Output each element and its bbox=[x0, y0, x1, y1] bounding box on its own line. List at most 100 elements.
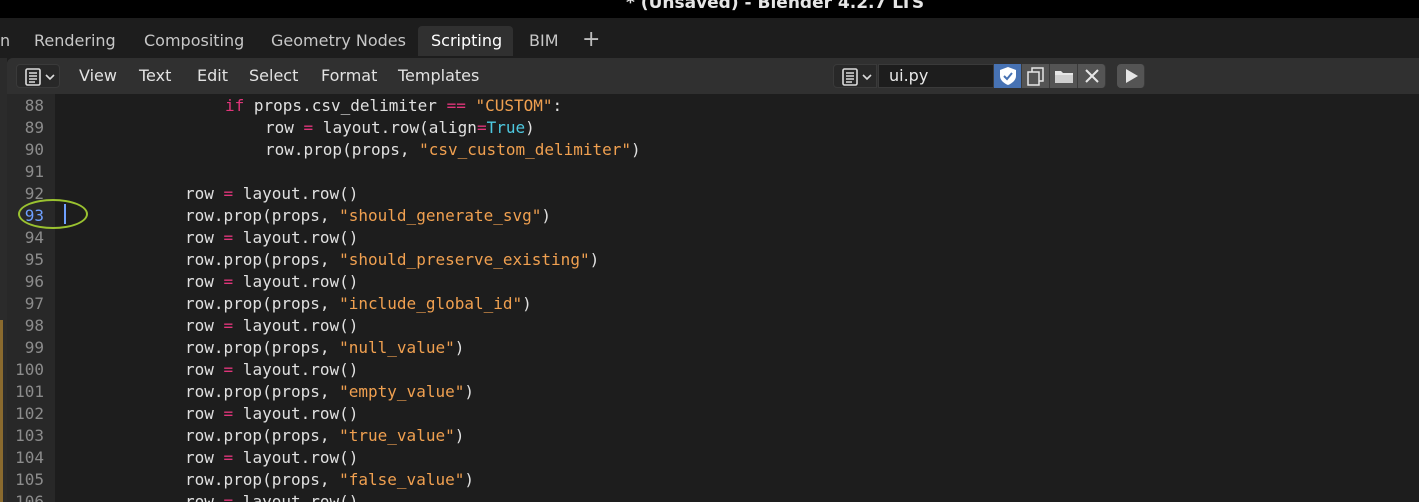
new-text-button[interactable] bbox=[1022, 64, 1050, 88]
line-number: 95 bbox=[24, 250, 44, 269]
text-editor: View Text Edit Select Format Templates u… bbox=[7, 58, 1419, 502]
code-line: row.prop(props, "csv_custom_delimiter") bbox=[265, 139, 641, 161]
code-line: row.prop(props, "null_value") bbox=[185, 337, 464, 359]
code-token-keyword: = bbox=[223, 360, 234, 379]
line-number: 99 bbox=[24, 338, 44, 357]
code-token: row bbox=[185, 448, 224, 467]
code-token: ) bbox=[522, 294, 532, 313]
code-token: row.prop(props, bbox=[185, 338, 340, 357]
code-token-keyword: = bbox=[476, 118, 487, 137]
title-bar: * (Unsaved) - Blender 4.2.7 LTS bbox=[0, 0, 1419, 18]
menu-templates[interactable]: Templates bbox=[398, 67, 479, 85]
code-token-string: "false_value" bbox=[339, 470, 465, 489]
code-token: ) bbox=[464, 382, 474, 401]
code-token-keyword: if bbox=[225, 96, 245, 115]
code-line: row.prop(props, "should_generate_svg") bbox=[185, 205, 551, 227]
code-token: row.prop(props, bbox=[265, 140, 420, 159]
code-token-string: "csv_custom_delimiter" bbox=[419, 140, 632, 159]
line-number: 106 bbox=[15, 492, 44, 502]
unlink-text-button[interactable] bbox=[1078, 64, 1106, 88]
menu-format[interactable]: Format bbox=[321, 67, 377, 85]
code-token: row bbox=[185, 228, 224, 247]
code-line: row = layout.row() bbox=[185, 183, 358, 205]
code-token-string: "null_value" bbox=[339, 338, 455, 357]
text-browse-button[interactable] bbox=[833, 64, 877, 88]
code-token: props.csv_delimiter bbox=[244, 96, 447, 115]
adjacent-editor-accent bbox=[0, 320, 3, 502]
code-token: : bbox=[552, 96, 563, 115]
code-line: row.prop(props, "include_global_id") bbox=[185, 293, 532, 315]
code-token: ) bbox=[631, 140, 641, 159]
code-token: ) bbox=[454, 338, 465, 357]
run-script-button[interactable] bbox=[1117, 64, 1145, 88]
line-number: 98 bbox=[24, 316, 44, 335]
code-token: layout.row(align bbox=[313, 118, 477, 137]
line-number: 103 bbox=[15, 426, 44, 445]
code-line: row = layout.row() bbox=[185, 271, 358, 293]
tab-rendering[interactable]: Rendering bbox=[21, 26, 129, 56]
code-line: row = layout.row() bbox=[185, 403, 358, 425]
code-token: ) bbox=[454, 426, 465, 445]
code-area[interactable]: if props.csv_delimiter == "CUSTOM": row =… bbox=[55, 94, 1419, 502]
tab-layout[interactable]: n bbox=[0, 26, 23, 56]
code-token: layout.row() bbox=[233, 272, 359, 291]
line-number: 90 bbox=[24, 140, 44, 159]
code-line: row.prop(props, "empty_value") bbox=[185, 381, 474, 403]
code-token: ) bbox=[541, 206, 552, 225]
code-token-keyword: = bbox=[303, 118, 314, 137]
code-token-keyword: = bbox=[223, 272, 234, 291]
code-token-keyword: = bbox=[223, 492, 234, 502]
line-number: 101 bbox=[15, 382, 44, 401]
tab-geometry-nodes[interactable]: Geometry Nodes bbox=[258, 26, 419, 56]
code-token: row bbox=[185, 404, 224, 423]
fake-user-button[interactable] bbox=[994, 64, 1022, 88]
open-text-button[interactable] bbox=[1050, 64, 1078, 88]
code-token-keyword: == bbox=[446, 96, 466, 115]
line-number: 89 bbox=[24, 118, 44, 137]
line-number-gutter: 88 89 90 91 92 93 94 95 96 97 98 99 100 101 102 103 104 1… bbox=[7, 94, 55, 502]
window-title: * (Unsaved) - Blender 4.2.7 LTS bbox=[626, 0, 925, 13]
code-token: row bbox=[185, 184, 224, 203]
tab-compositing[interactable]: Compositing bbox=[131, 26, 257, 56]
editor-type-button[interactable] bbox=[16, 64, 60, 88]
code-line: row = layout.row(align=True) bbox=[265, 117, 535, 139]
code-line: row = layout.row() bbox=[185, 359, 358, 381]
code-token-string: "should_generate_svg" bbox=[339, 206, 542, 225]
menu-view[interactable]: View bbox=[79, 67, 117, 85]
line-number: 104 bbox=[15, 448, 44, 467]
menu-edit[interactable]: Edit bbox=[197, 67, 228, 85]
highlight-circle bbox=[18, 199, 88, 229]
line-number: 91 bbox=[24, 162, 44, 181]
code-line: row.prop(props, "false_value") bbox=[185, 469, 474, 491]
line-number: 100 bbox=[15, 360, 44, 379]
line-number: 94 bbox=[24, 228, 44, 247]
code-token-keyword: = bbox=[223, 228, 234, 247]
code-token-string: "include_global_id" bbox=[339, 294, 523, 313]
code-token: layout.row() bbox=[233, 360, 359, 379]
code-token: row.prop(props, bbox=[185, 470, 340, 489]
tab-bim[interactable]: BIM bbox=[516, 26, 572, 56]
line-number: 96 bbox=[24, 272, 44, 291]
code-token-string: "CUSTOM" bbox=[475, 96, 553, 115]
code-token: row.prop(props, bbox=[185, 294, 340, 313]
code-token-keyword: = bbox=[223, 184, 234, 203]
menu-select[interactable]: Select bbox=[249, 67, 298, 85]
code-token: layout.row() bbox=[233, 492, 359, 502]
adjacent-editor-edge bbox=[0, 58, 7, 502]
code-token: ) bbox=[525, 118, 535, 137]
line-number: 102 bbox=[15, 404, 44, 423]
add-workspace-button[interactable]: + bbox=[582, 26, 600, 54]
code-token: layout.row() bbox=[233, 404, 359, 423]
code-line: row = layout.row() bbox=[185, 315, 358, 337]
code-token-string: "should_preserve_existing" bbox=[339, 250, 590, 269]
text-name-field[interactable]: ui.py bbox=[878, 64, 994, 88]
code-token: row.prop(props, bbox=[185, 206, 340, 225]
code-token: layout.row() bbox=[233, 448, 359, 467]
tab-scripting[interactable]: Scripting bbox=[418, 26, 513, 56]
code-token: row bbox=[265, 118, 304, 137]
menu-text[interactable]: Text bbox=[139, 67, 171, 85]
code-token: row.prop(props, bbox=[185, 250, 340, 269]
code-line: row.prop(props, "should_preserve_existin… bbox=[185, 249, 599, 271]
line-number: 97 bbox=[24, 294, 44, 313]
code-line: row = layout.row() bbox=[185, 447, 358, 469]
